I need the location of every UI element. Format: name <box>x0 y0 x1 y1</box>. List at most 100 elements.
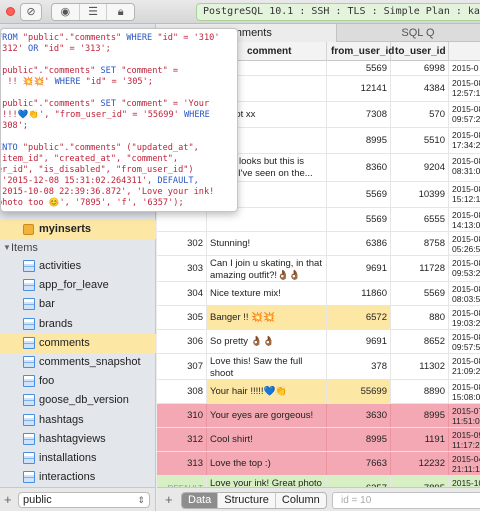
cell-from-user-id[interactable]: 9691 <box>327 330 391 353</box>
cell-from-user-id[interactable]: 7308 <box>327 102 391 127</box>
sidebar-item-hashtags[interactable]: hashtags <box>0 411 156 430</box>
cell-created-at[interactable]: 2015-08 19:03:29 <box>449 306 480 329</box>
cell-to-user-id[interactable]: 10399 <box>391 182 449 207</box>
cell-to-user-id[interactable]: 7895 <box>391 476 449 487</box>
cell-to-user-id[interactable]: 5510 <box>391 128 449 153</box>
cell-created-at[interactable]: 2015-08 08:03:51 <box>449 282 480 305</box>
cell-id[interactable]: 307 <box>157 354 207 379</box>
table-row[interactable]: 303 Can I join u skating, in that amazing… <box>157 256 480 282</box>
add-table-icon[interactable]: + <box>4 492 12 507</box>
sidebar-item-hashtagviews[interactable]: hashtagviews <box>0 430 156 449</box>
cell-created-at[interactable]: 2015-08 08:31:03 <box>449 154 480 181</box>
cell-id[interactable]: 302 <box>157 232 207 255</box>
table-row[interactable]: 304Nice texture mix!1186055692015-08 08:… <box>157 282 480 306</box>
sidebar-item-comments-snapshot[interactable]: comments_snapshot <box>0 353 156 372</box>
sidebar-item-myinserts[interactable]: myinserts <box>0 220 156 239</box>
console-list-icon[interactable]: ☰ <box>80 4 108 20</box>
sidebar-item-activities[interactable]: activities <box>0 257 156 276</box>
stop-icon-button[interactable]: ⊘ <box>20 3 42 21</box>
cell-created-at[interactable]: 2015-08 12:57:11 <box>449 76 480 101</box>
lock-icon[interactable]: 🔒︎ <box>107 4 134 20</box>
sidebar-item-foo[interactable]: foo <box>0 372 156 391</box>
table-row[interactable]: 310 Your eyes are gorgeous! 3630 8995 2015-0… <box>157 404 480 428</box>
cell-comment[interactable]: So pretty 👌🏾👌🏾 <box>207 330 327 353</box>
cell-from-user-id[interactable]: 3630 <box>327 404 391 427</box>
sidebar-item-goose-db-version[interactable]: goose_db_version <box>0 391 156 410</box>
cell-from-user-id[interactable]: 6357 <box>327 476 391 487</box>
cell-to-user-id[interactable]: 6998 <box>391 61 449 75</box>
table-row[interactable]: 308Your hair !!!!!💙👏5569988902015-08 15:… <box>157 380 480 404</box>
schema-select[interactable]: public ⇕ <box>18 492 150 508</box>
cell-comment[interactable]: Love your ink! Great photo too 😊 <box>207 476 327 487</box>
cell-from-user-id[interactable]: 8360 <box>327 154 391 181</box>
cell-to-user-id[interactable]: 8758 <box>391 232 449 255</box>
data-view-button[interactable]: Data <box>182 493 219 508</box>
cell-from-user-id[interactable]: 5569 <box>327 61 391 75</box>
cell-to-user-id[interactable]: 9204 <box>391 154 449 181</box>
section-items[interactable]: ▼ Items <box>0 239 156 257</box>
cell-created-at[interactable]: 2015-09 11:17:24 <box>449 428 480 451</box>
column-header-from-user-id[interactable]: from_user_id <box>327 42 394 61</box>
cell-created-at[interactable]: 2015-07 11:51:04 <box>449 404 480 427</box>
table-row[interactable]: 305Banger !! 💥💥65728802015-08 19:03:29 <box>157 306 480 330</box>
preview-eye-icon[interactable]: ◉ <box>52 4 80 20</box>
cell-to-user-id[interactable]: 6555 <box>391 208 449 231</box>
cell-created-at[interactable]: 2015-08 14:13:04 <box>449 208 480 231</box>
cell-to-user-id[interactable]: 4384 <box>391 76 449 101</box>
cell-comment[interactable]: Love the top :) <box>207 452 327 475</box>
cell-created-at[interactable]: 2015-10 22:39:36 <box>449 476 480 487</box>
column-header-to-user-id[interactable]: to_user_id <box>391 42 449 61</box>
cell-id[interactable]: 306 <box>157 330 207 353</box>
cell-id[interactable]: 304 <box>157 282 207 305</box>
sidebar-item-app-for-leave[interactable]: app_for_leave <box>0 276 156 295</box>
cell-from-user-id[interactable]: 8995 <box>327 428 391 451</box>
table-row[interactable]: 313Love the top :)7663122322015-04 21:11… <box>157 452 480 476</box>
cell-created-at[interactable]: 2015-08 05:26:53 <box>449 232 480 255</box>
cell-created-at[interactable]: 2015-0 <box>449 61 480 75</box>
cell-to-user-id[interactable]: 1191 <box>391 428 449 451</box>
cell-from-user-id[interactable]: 9691 <box>327 256 391 281</box>
cell-comment[interactable]: Love this! Saw the full shoot on your bl… <box>207 354 327 379</box>
cell-from-user-id[interactable]: 5569 <box>327 182 391 207</box>
cell-to-user-id[interactable]: 8890 <box>391 380 449 403</box>
cell-comment[interactable]: Nice texture mix! <box>207 282 327 305</box>
cell-to-user-id[interactable]: 5569 <box>391 282 449 305</box>
cell-id[interactable]: 305 <box>157 306 207 329</box>
cell-to-user-id[interactable]: 11302 <box>391 354 449 379</box>
close-window-button[interactable] <box>6 7 15 16</box>
cell-to-user-id[interactable]: 880 <box>391 306 449 329</box>
disclosure-triangle-icon[interactable]: ▼ <box>3 239 11 257</box>
cell-created-at[interactable]: 2015-08 09:57:26 <box>449 102 480 127</box>
connection-status[interactable]: PostgreSQL 10.1 : SSH : TLS : Simple Pla… <box>196 3 480 21</box>
cell-to-user-id[interactable]: 12232 <box>391 452 449 475</box>
cell-from-user-id[interactable]: 8995 <box>327 128 391 153</box>
column-header-date[interactable] <box>449 42 480 61</box>
table-row[interactable]: 312Cool shirt!899511912015-09 11:17:24 <box>157 428 480 452</box>
cell-id[interactable]: 313 <box>157 452 207 475</box>
cell-from-user-id[interactable]: 12141 <box>327 76 391 101</box>
cell-id[interactable]: 310 <box>157 404 207 427</box>
add-row-icon[interactable]: + <box>165 492 173 507</box>
cell-created-at[interactable]: 2015-08 15:12:19 <box>449 182 480 207</box>
cell-to-user-id[interactable]: 8995 <box>391 404 449 427</box>
table-row[interactable]: 302Stunning!638687582015-08 05:26:53 <box>157 232 480 256</box>
cell-from-user-id[interactable]: 378 <box>327 354 391 379</box>
sidebar-item-brands[interactable]: brands <box>0 315 156 334</box>
cell-id[interactable]: 312 <box>157 428 207 451</box>
cell-created-at[interactable]: 2015-08 09:57:59 <box>449 330 480 353</box>
filter-input[interactable]: id = 10 <box>332 492 480 509</box>
sidebar-item-comments[interactable]: comments <box>0 333 156 353</box>
cell-comment[interactable]: Your hair !!!!!💙👏 <box>207 380 327 403</box>
structure-view-button[interactable]: Structure <box>218 493 276 508</box>
cell-from-user-id[interactable]: 7663 <box>327 452 391 475</box>
cell-created-at[interactable]: 2015-08 09:53:29 <box>449 256 480 281</box>
cell-from-user-id[interactable]: 6386 <box>327 232 391 255</box>
cell-created-at[interactable]: 2015-08 15:08:09 <box>449 380 480 403</box>
cell-comment[interactable]: Your eyes are gorgeous! <box>207 404 327 427</box>
cell-comment[interactable]: Banger !! 💥💥 <box>207 306 327 329</box>
cell-comment[interactable]: Stunning! <box>207 232 327 255</box>
cell-id[interactable]: DEFAULT <box>157 476 207 487</box>
sidebar-item-bar[interactable]: bar <box>0 295 156 314</box>
sidebar-item-installations[interactable]: installations <box>0 449 156 468</box>
cell-from-user-id[interactable]: 11860 <box>327 282 391 305</box>
